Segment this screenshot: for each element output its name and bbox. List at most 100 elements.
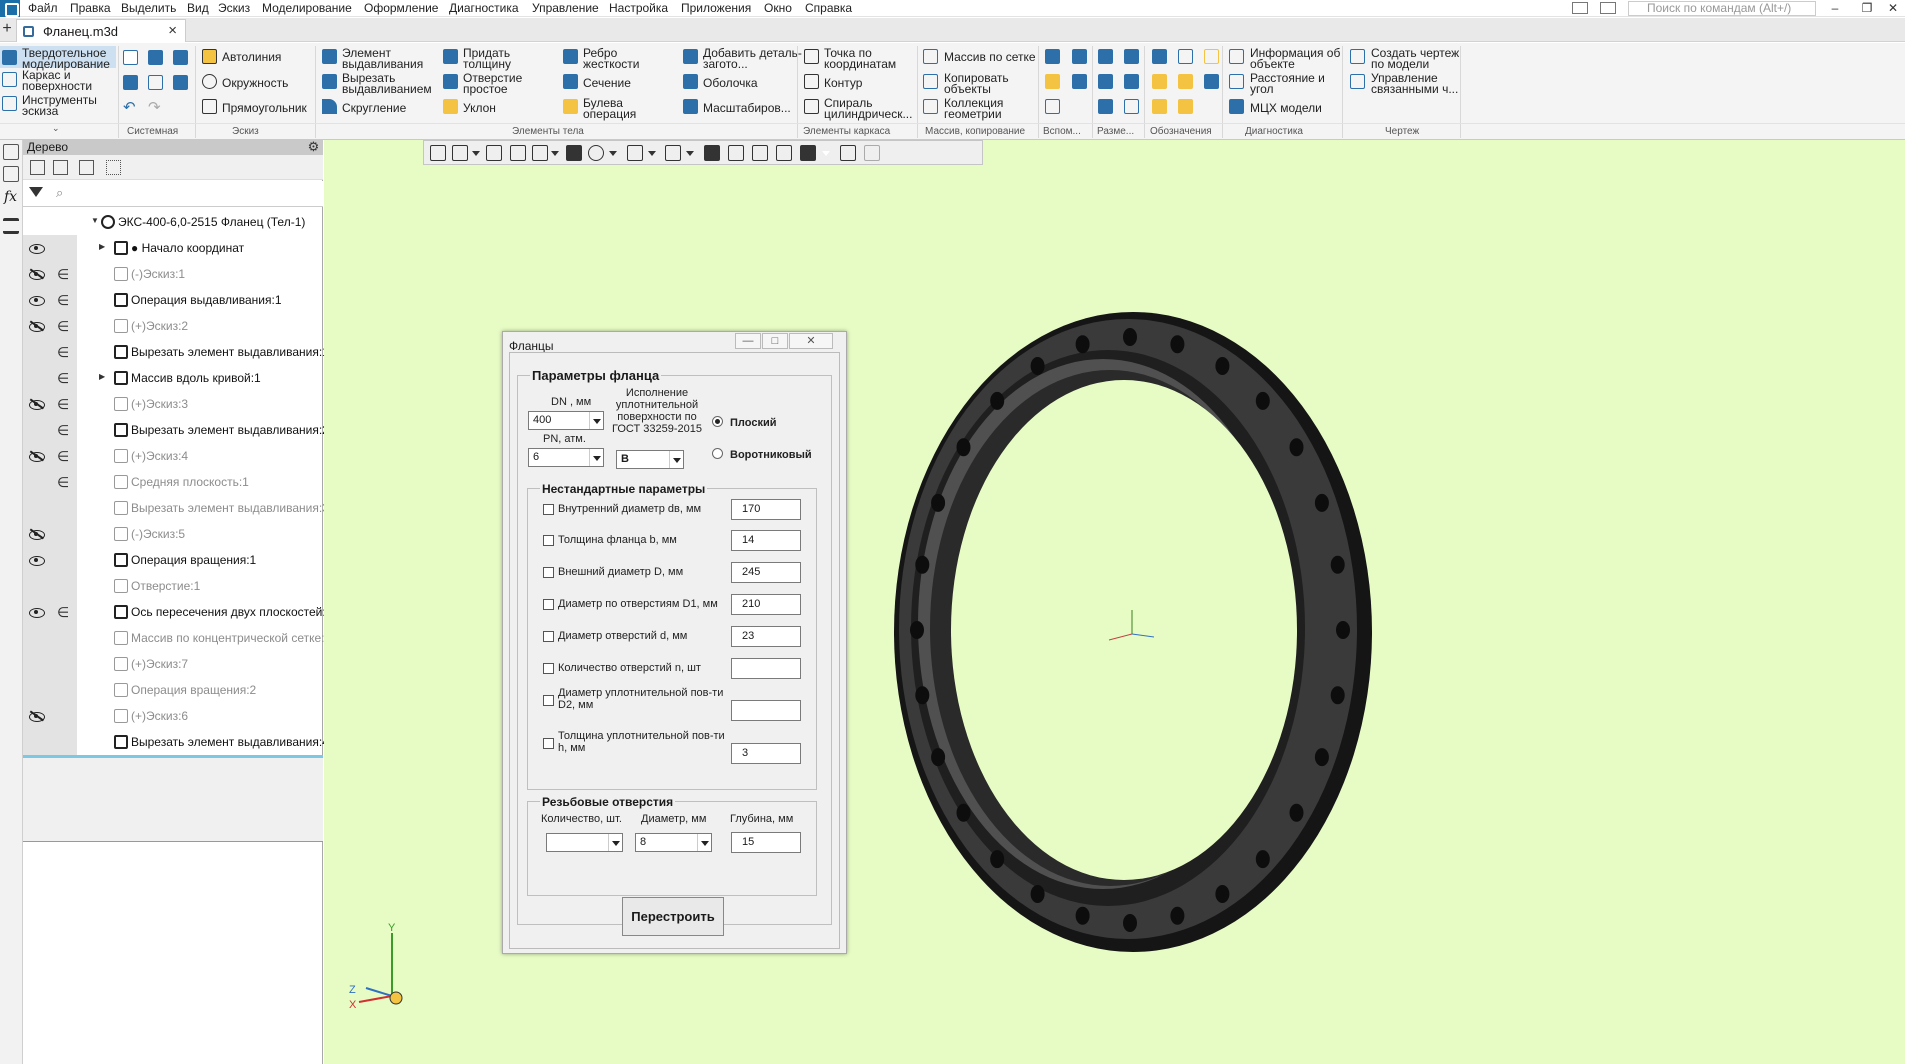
drawing-create[interactable]: Создать чертеж по модели (1371, 47, 1463, 70)
save-icon[interactable] (173, 50, 188, 65)
diag-distance[interactable]: Расстояние и угол (1250, 72, 1334, 95)
restore-icon[interactable]: ❐ (1856, 0, 1878, 16)
dim-angle-icon[interactable] (1098, 74, 1113, 89)
nonstd-checkbox[interactable] (543, 535, 554, 546)
document-tab[interactable]: Фланец.m3d × (16, 19, 186, 42)
tree-item[interactable]: (+)Эскиз:6 (23, 703, 323, 729)
view-a-icon[interactable] (728, 145, 744, 161)
rotate-icon[interactable] (510, 145, 526, 161)
properties-panel-icon[interactable] (3, 166, 19, 182)
tree-item[interactable]: Отверстие:1 (23, 573, 323, 599)
tree-item[interactable]: ∈ Вырезать элемент выдавливания:1 (23, 339, 329, 365)
body-hole[interactable]: Отверстие простое (463, 72, 537, 95)
frame-contour[interactable]: Контур (824, 77, 862, 89)
array-collection[interactable]: Коллекция геометрии (944, 97, 1020, 120)
snap-icon[interactable] (704, 145, 720, 161)
aux-plane-icon[interactable] (1045, 49, 1060, 64)
dialog-close-icon[interactable]: ✕ (789, 333, 833, 349)
hide-icon[interactable] (627, 145, 643, 161)
nonstd-checkbox[interactable] (543, 738, 554, 749)
view-cube-icon[interactable] (566, 145, 582, 161)
zoom-dropdown-icon[interactable] (472, 151, 480, 156)
body-extrude[interactable]: Элемент выдавливания (342, 47, 430, 70)
thread-count-select[interactable] (546, 833, 623, 852)
nonstd-checkbox[interactable] (543, 631, 554, 642)
aux-line-icon[interactable] (1045, 99, 1060, 114)
body-fillet[interactable]: Скругление (342, 102, 406, 114)
menu-diagnostics[interactable]: Диагностика (449, 1, 519, 15)
dn-select[interactable]: 400 (528, 411, 604, 430)
thread-depth-input[interactable]: 15 (731, 832, 801, 853)
tree-item[interactable]: ∈ (-)Эскиз:1 (23, 261, 323, 287)
menu-drafting[interactable]: Оформление (364, 1, 438, 15)
leader-icon[interactable] (1152, 99, 1167, 114)
menu-select[interactable]: Выделить (121, 1, 176, 15)
radio-collar[interactable] (712, 448, 723, 459)
mode-wireframe-surfaces[interactable]: Каркас и поверхности (22, 69, 114, 92)
pencil-icon[interactable] (864, 145, 880, 161)
tree-item[interactable]: ∈ Операция выдавливания:1 (23, 287, 323, 313)
diag-object-info[interactable]: Информация об объекте (1250, 47, 1342, 70)
nonstd-checkbox[interactable] (543, 599, 554, 610)
view-c-icon[interactable] (776, 145, 792, 161)
orient-icon[interactable] (532, 145, 548, 161)
body-draft[interactable]: Уклон (463, 102, 496, 114)
eye-icon[interactable] (29, 294, 45, 306)
tree-item[interactable]: Вырезать элемент выдавливания:4 (23, 729, 329, 755)
marking-icon[interactable] (1204, 74, 1219, 89)
body-scale[interactable]: Масштабиров... (703, 102, 791, 114)
dialog-maximize-icon[interactable]: □ (762, 333, 788, 349)
aux-point-icon[interactable] (1045, 74, 1060, 89)
tree-item[interactable]: ∈ (+)Эскиз:4 (23, 443, 323, 469)
nonstd-checkbox[interactable] (543, 663, 554, 674)
print-icon[interactable] (123, 75, 138, 90)
tree-search-input[interactable] (71, 184, 321, 204)
layers-toggle-icon[interactable] (840, 145, 856, 161)
tree-item[interactable]: (+)Эскиз:7 (23, 651, 323, 677)
include-icon[interactable]: ∈ (57, 344, 69, 361)
array-grid[interactable]: Массив по сетке (944, 51, 1036, 63)
tree-panel-icon[interactable] (3, 144, 19, 160)
menu-help[interactable]: Справка (805, 1, 852, 15)
dialog-minimize-icon[interactable]: — (735, 333, 761, 349)
body-section[interactable]: Сечение (583, 77, 631, 89)
hidden-eye-icon[interactable] (29, 398, 45, 410)
open-folder-icon[interactable] (148, 50, 163, 65)
sketch-rectangle[interactable]: Прямоугольник (222, 102, 307, 114)
aux-cs-icon[interactable] (1072, 74, 1087, 89)
frame-point[interactable]: Точка по координатам (824, 47, 898, 70)
tree-item[interactable]: Массив по концентрической сетке:1 (23, 625, 331, 651)
include-icon[interactable]: ∈ (57, 370, 69, 387)
nonstd-field-input[interactable]: 3 (731, 743, 801, 764)
filter-icon[interactable] (800, 145, 816, 161)
nonstd-checkbox[interactable] (543, 567, 554, 578)
nonstd-field-input[interactable]: 14 (731, 530, 801, 551)
include-icon[interactable]: ∈ (57, 604, 69, 621)
display-dropdown-icon[interactable] (609, 151, 617, 156)
eye-icon[interactable] (29, 554, 45, 566)
move-icon[interactable] (430, 145, 446, 161)
mode-sketch-tools[interactable]: Инструменты эскиза (22, 94, 114, 117)
tree-item[interactable]: (-)Эскиз:5 (23, 521, 323, 547)
menu-view[interactable]: Вид (187, 1, 209, 15)
nonstd-field-input[interactable] (731, 700, 801, 721)
tree-item[interactable]: ∈ (+)Эскиз:2 (23, 313, 323, 339)
minimize-icon[interactable]: – (1824, 0, 1846, 16)
nonstd-checkbox[interactable] (543, 695, 554, 706)
collapse-arrow-icon[interactable]: ▼ (91, 216, 99, 225)
tab-close-icon[interactable]: × (168, 22, 177, 39)
undo-icon[interactable]: ↶ (123, 98, 136, 116)
include-icon[interactable]: ∈ (57, 318, 69, 335)
pn-select[interactable]: 6 (528, 448, 604, 467)
variables-icon[interactable]: fx (4, 189, 17, 205)
diag-mass-properties[interactable]: МЦХ модели (1250, 102, 1322, 114)
include-icon[interactable]: ∈ (57, 266, 69, 283)
menu-file[interactable]: Файл (28, 1, 58, 15)
thread-diam-select[interactable]: 8 (635, 833, 712, 852)
dim-linear-icon[interactable] (1098, 49, 1113, 64)
gear-icon[interactable]: ⚙ (306, 140, 321, 155)
eye-icon[interactable] (29, 606, 45, 618)
menu-apps[interactable]: Приложения (681, 1, 751, 15)
hide-dropdown-icon[interactable] (648, 151, 656, 156)
tree-relations-icon[interactable] (79, 160, 94, 175)
